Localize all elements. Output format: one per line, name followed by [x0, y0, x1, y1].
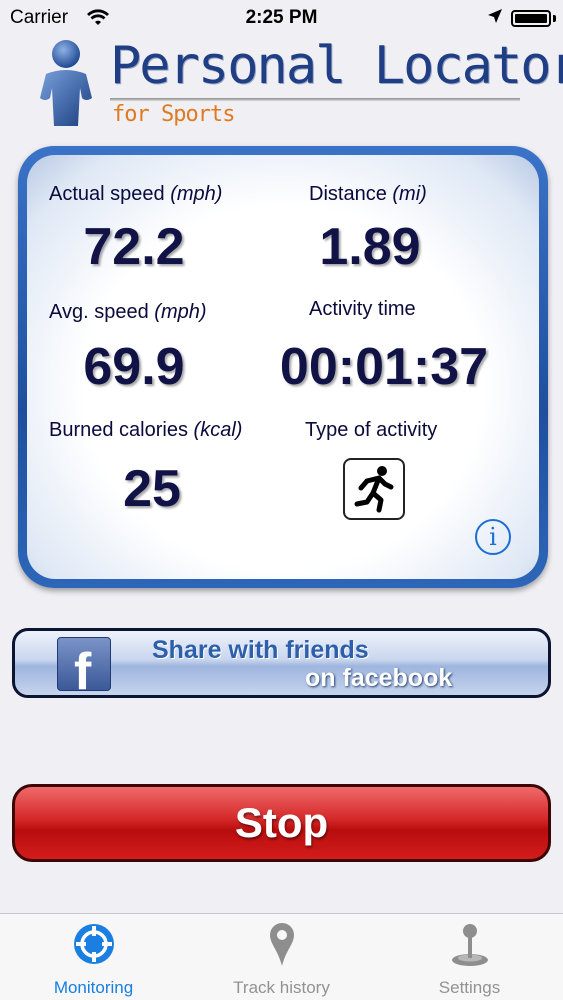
map-pin-icon — [270, 923, 294, 966]
tab-monitoring[interactable]: Monitoring — [0, 914, 187, 1000]
battery-icon — [511, 10, 551, 27]
activity-time-value: 00:01:37 — [279, 338, 489, 396]
distance-label-text: Distance — [309, 183, 387, 205]
running-person-icon — [354, 466, 394, 513]
distance-value: 1.89 — [319, 218, 421, 276]
tab-settings-label: Settings — [438, 978, 501, 997]
tab-track-history[interactable]: Track history — [188, 914, 375, 1000]
facebook-icon: f — [57, 637, 111, 695]
avg-speed-label: Avg. speed (mph) — [49, 301, 207, 324]
facebook-logo-letter: f — [74, 643, 92, 698]
stats-panel: Actual speed (mph) 72.2 Distance (mi) 1.… — [18, 146, 548, 588]
tab-track-history-label: Track history — [233, 978, 330, 997]
burned-calories-label-text: Burned calories — [49, 419, 188, 441]
burned-calories-label: Burned calories (kcal) — [49, 419, 242, 442]
burned-calories-value: 25 — [123, 460, 181, 518]
tab-bar: Monitoring Track history Settings — [0, 913, 563, 1000]
app-header: Personal Locator for Sports — [0, 36, 563, 140]
actual-speed-label: Actual speed (mph) — [49, 183, 222, 206]
tab-settings[interactable]: Settings — [376, 914, 563, 1000]
distance-unit: (mi) — [392, 183, 427, 205]
location-arrow-icon — [487, 8, 503, 30]
crosshair-icon — [74, 924, 114, 964]
share-text-line1: Share with friends — [152, 636, 369, 664]
burned-calories-unit: (kcal) — [193, 419, 243, 441]
status-bar: Carrier 2:25 PM — [0, 0, 563, 36]
tab-monitoring-label: Monitoring — [53, 978, 134, 997]
activity-time-label: Activity time — [309, 298, 416, 320]
share-facebook-button[interactable]: f Share with friends on facebook — [12, 628, 551, 698]
avg-speed-label-text: Avg. speed — [49, 301, 149, 323]
info-button[interactable]: i — [475, 519, 511, 555]
stats-panel-inner: Actual speed (mph) 72.2 Distance (mi) 1.… — [27, 155, 539, 579]
actual-speed-value: 72.2 — [83, 218, 185, 276]
joystick-icon — [452, 924, 488, 966]
activity-type-label: Type of activity — [305, 419, 438, 441]
app-subtitle: for Sports — [112, 102, 235, 127]
activity-type-button[interactable] — [343, 458, 405, 520]
battery-tip — [553, 15, 556, 22]
avg-speed-unit: (mph) — [154, 301, 207, 323]
avg-speed-value: 69.9 — [83, 338, 185, 396]
status-time: 2:25 PM — [245, 7, 318, 28]
app-title: Personal Locator — [110, 36, 563, 96]
actual-speed-unit: (mph) — [170, 183, 223, 205]
stop-button[interactable]: Stop — [12, 784, 551, 862]
distance-label: Distance (mi) — [309, 183, 427, 206]
title-underline — [110, 98, 520, 101]
person-logo-icon — [40, 40, 92, 126]
actual-speed-label-text: Actual speed — [49, 183, 165, 205]
share-text-line2: on facebook — [305, 664, 453, 692]
